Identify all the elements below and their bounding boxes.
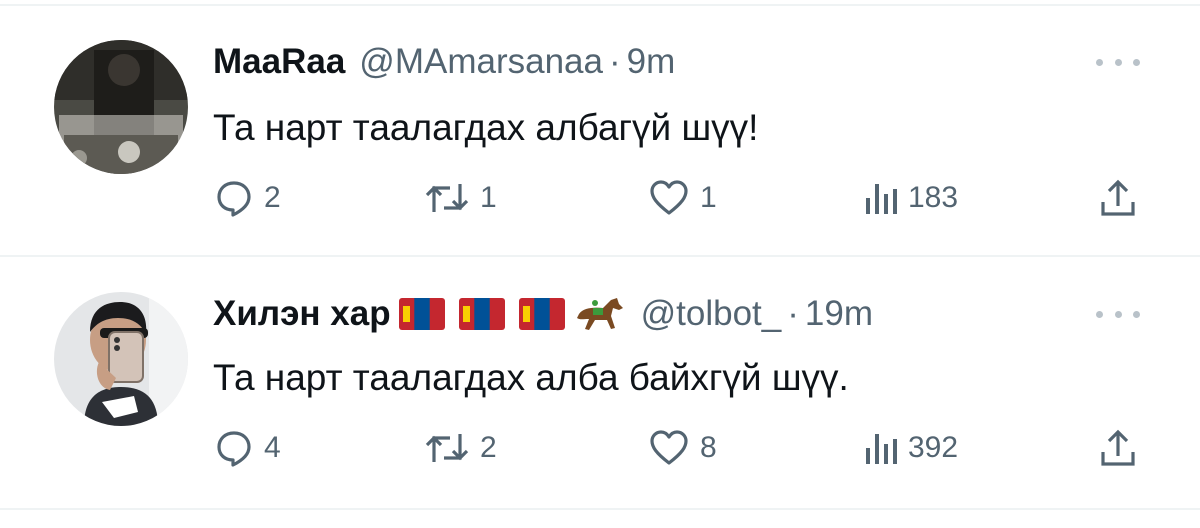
handle[interactable]: @tolbot_ — [641, 294, 782, 334]
like-count: 1 — [700, 181, 717, 214]
retweet-button[interactable]: 2 — [424, 428, 497, 468]
share-icon — [1101, 429, 1135, 466]
reply-count: 4 — [264, 431, 281, 464]
mongolia-flag-icon — [398, 298, 445, 330]
separator-dot: · — [608, 42, 621, 81]
reply-count: 2 — [264, 181, 281, 214]
views-button[interactable]: 392 — [862, 428, 958, 468]
bottom-divider — [0, 508, 1200, 510]
display-name[interactable]: Хилэн хар — [213, 294, 391, 334]
views-icon — [866, 184, 897, 214]
avatar[interactable] — [54, 292, 188, 426]
reply-button[interactable]: 4 — [214, 428, 281, 468]
like-icon — [650, 430, 688, 465]
top-divider — [0, 4, 1200, 6]
views-count: 392 — [908, 431, 959, 464]
horse-icon — [576, 298, 623, 330]
like-button[interactable]: 1 — [648, 178, 717, 218]
tweet-text: Та нарт таалагдах албагүй шүү! — [213, 107, 759, 148]
display-name[interactable]: MaaRaa — [213, 42, 345, 82]
avatar[interactable] — [54, 40, 188, 174]
share-button[interactable] — [1098, 178, 1138, 218]
views-count: 183 — [908, 181, 959, 214]
reply-icon — [217, 181, 251, 217]
tweet-header: MaaRaa @MAmarsanaa · 9m — [213, 42, 675, 82]
retweet-count: 1 — [480, 181, 497, 214]
tweet-header: Хилэн хар @tolbot_ · 19m — [213, 294, 873, 334]
retweet-count: 2 — [480, 431, 497, 464]
like-button[interactable]: 8 — [648, 428, 717, 468]
reply-button[interactable]: 2 — [214, 178, 281, 218]
tweet-divider — [0, 255, 1200, 257]
more-icon[interactable] — [1096, 54, 1140, 70]
separator-dot: · — [787, 294, 799, 333]
timestamp[interactable]: 19m — [805, 294, 873, 334]
reply-icon — [217, 431, 251, 467]
like-icon — [650, 180, 688, 215]
mongolia-flag-icon — [518, 298, 565, 330]
share-icon — [1101, 179, 1135, 216]
timestamp[interactable]: 9m — [627, 42, 676, 82]
mongolia-flag-icon — [458, 298, 505, 330]
handle[interactable]: @MAmarsanaa — [359, 42, 603, 82]
more-icon[interactable] — [1096, 306, 1140, 322]
retweet-button[interactable]: 1 — [424, 178, 497, 218]
like-count: 8 — [700, 431, 717, 464]
retweet-icon — [425, 184, 469, 212]
retweet-icon — [425, 434, 469, 462]
tweet-text: Та нарт таалагдах алба байхгүй шүү. — [213, 357, 849, 398]
views-button[interactable]: 183 — [862, 178, 958, 218]
share-button[interactable] — [1098, 428, 1138, 468]
views-icon — [866, 434, 897, 464]
